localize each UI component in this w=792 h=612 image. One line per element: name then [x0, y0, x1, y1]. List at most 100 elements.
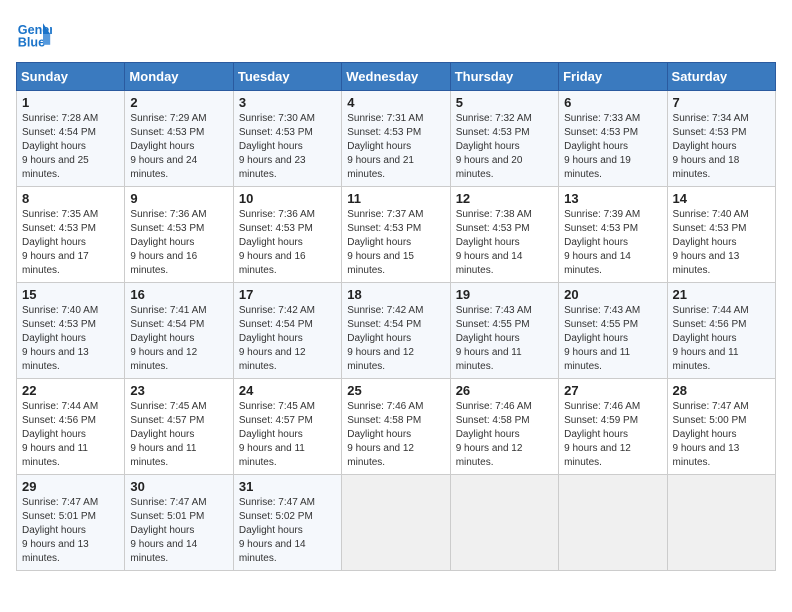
- day-info: Sunrise: 7:29 AM Sunset: 4:53 PM Dayligh…: [130, 112, 227, 182]
- calendar-cell: 31 Sunrise: 7:47 AM Sunset: 5:02 PM Dayl…: [233, 475, 341, 571]
- weekday-header-friday: Friday: [559, 63, 667, 91]
- calendar-cell: 1 Sunrise: 7:28 AM Sunset: 4:54 PM Dayli…: [17, 91, 125, 187]
- day-number: 14: [673, 191, 770, 206]
- calendar-cell: [559, 475, 667, 571]
- calendar-cell: 10 Sunrise: 7:36 AM Sunset: 4:53 PM Dayl…: [233, 187, 341, 283]
- day-info: Sunrise: 7:39 AM Sunset: 4:53 PM Dayligh…: [564, 208, 661, 278]
- weekday-header-sunday: Sunday: [17, 63, 125, 91]
- day-number: 11: [347, 191, 444, 206]
- day-info: Sunrise: 7:47 AM Sunset: 5:02 PM Dayligh…: [239, 496, 336, 566]
- logo-icon: General Blue: [16, 16, 52, 52]
- calendar-cell: 17 Sunrise: 7:42 AM Sunset: 4:54 PM Dayl…: [233, 283, 341, 379]
- day-number: 28: [673, 383, 770, 398]
- day-info: Sunrise: 7:46 AM Sunset: 4:58 PM Dayligh…: [347, 400, 444, 470]
- day-info: Sunrise: 7:28 AM Sunset: 4:54 PM Dayligh…: [22, 112, 119, 182]
- calendar-cell: 13 Sunrise: 7:39 AM Sunset: 4:53 PM Dayl…: [559, 187, 667, 283]
- day-info: Sunrise: 7:36 AM Sunset: 4:53 PM Dayligh…: [239, 208, 336, 278]
- day-info: Sunrise: 7:31 AM Sunset: 4:53 PM Dayligh…: [347, 112, 444, 182]
- calendar-cell: 5 Sunrise: 7:32 AM Sunset: 4:53 PM Dayli…: [450, 91, 558, 187]
- weekday-header-saturday: Saturday: [667, 63, 775, 91]
- calendar-cell: 28 Sunrise: 7:47 AM Sunset: 5:00 PM Dayl…: [667, 379, 775, 475]
- calendar-cell: 26 Sunrise: 7:46 AM Sunset: 4:58 PM Dayl…: [450, 379, 558, 475]
- day-info: Sunrise: 7:45 AM Sunset: 4:57 PM Dayligh…: [239, 400, 336, 470]
- day-info: Sunrise: 7:40 AM Sunset: 4:53 PM Dayligh…: [22, 304, 119, 374]
- day-info: Sunrise: 7:44 AM Sunset: 4:56 PM Dayligh…: [673, 304, 770, 374]
- calendar-cell: 6 Sunrise: 7:33 AM Sunset: 4:53 PM Dayli…: [559, 91, 667, 187]
- day-number: 16: [130, 287, 227, 302]
- day-number: 17: [239, 287, 336, 302]
- day-info: Sunrise: 7:40 AM Sunset: 4:53 PM Dayligh…: [673, 208, 770, 278]
- calendar-cell: 11 Sunrise: 7:37 AM Sunset: 4:53 PM Dayl…: [342, 187, 450, 283]
- day-info: Sunrise: 7:37 AM Sunset: 4:53 PM Dayligh…: [347, 208, 444, 278]
- day-number: 19: [456, 287, 553, 302]
- logo: General Blue: [16, 16, 58, 52]
- day-info: Sunrise: 7:47 AM Sunset: 5:01 PM Dayligh…: [130, 496, 227, 566]
- day-number: 10: [239, 191, 336, 206]
- calendar-cell: 25 Sunrise: 7:46 AM Sunset: 4:58 PM Dayl…: [342, 379, 450, 475]
- day-number: 13: [564, 191, 661, 206]
- day-number: 8: [22, 191, 119, 206]
- calendar-cell: 21 Sunrise: 7:44 AM Sunset: 4:56 PM Dayl…: [667, 283, 775, 379]
- calendar-cell: 4 Sunrise: 7:31 AM Sunset: 4:53 PM Dayli…: [342, 91, 450, 187]
- calendar-cell: 15 Sunrise: 7:40 AM Sunset: 4:53 PM Dayl…: [17, 283, 125, 379]
- day-number: 20: [564, 287, 661, 302]
- day-info: Sunrise: 7:42 AM Sunset: 4:54 PM Dayligh…: [239, 304, 336, 374]
- day-number: 29: [22, 479, 119, 494]
- calendar-week-1: 1 Sunrise: 7:28 AM Sunset: 4:54 PM Dayli…: [17, 91, 776, 187]
- calendar-cell: [667, 475, 775, 571]
- day-number: 22: [22, 383, 119, 398]
- day-number: 5: [456, 95, 553, 110]
- day-info: Sunrise: 7:43 AM Sunset: 4:55 PM Dayligh…: [456, 304, 553, 374]
- calendar-cell: [450, 475, 558, 571]
- day-number: 6: [564, 95, 661, 110]
- calendar-week-3: 15 Sunrise: 7:40 AM Sunset: 4:53 PM Dayl…: [17, 283, 776, 379]
- day-number: 27: [564, 383, 661, 398]
- calendar-cell: 30 Sunrise: 7:47 AM Sunset: 5:01 PM Dayl…: [125, 475, 233, 571]
- calendar-cell: [342, 475, 450, 571]
- day-info: Sunrise: 7:44 AM Sunset: 4:56 PM Dayligh…: [22, 400, 119, 470]
- day-number: 31: [239, 479, 336, 494]
- day-number: 9: [130, 191, 227, 206]
- day-number: 12: [456, 191, 553, 206]
- calendar-week-2: 8 Sunrise: 7:35 AM Sunset: 4:53 PM Dayli…: [17, 187, 776, 283]
- calendar-cell: 24 Sunrise: 7:45 AM Sunset: 4:57 PM Dayl…: [233, 379, 341, 475]
- calendar-cell: 16 Sunrise: 7:41 AM Sunset: 4:54 PM Dayl…: [125, 283, 233, 379]
- day-info: Sunrise: 7:41 AM Sunset: 4:54 PM Dayligh…: [130, 304, 227, 374]
- day-info: Sunrise: 7:30 AM Sunset: 4:53 PM Dayligh…: [239, 112, 336, 182]
- day-number: 4: [347, 95, 444, 110]
- day-info: Sunrise: 7:45 AM Sunset: 4:57 PM Dayligh…: [130, 400, 227, 470]
- day-number: 21: [673, 287, 770, 302]
- calendar-cell: 18 Sunrise: 7:42 AM Sunset: 4:54 PM Dayl…: [342, 283, 450, 379]
- weekday-header-tuesday: Tuesday: [233, 63, 341, 91]
- day-number: 23: [130, 383, 227, 398]
- day-number: 3: [239, 95, 336, 110]
- calendar-cell: 27 Sunrise: 7:46 AM Sunset: 4:59 PM Dayl…: [559, 379, 667, 475]
- calendar-cell: 2 Sunrise: 7:29 AM Sunset: 4:53 PM Dayli…: [125, 91, 233, 187]
- day-number: 24: [239, 383, 336, 398]
- calendar-cell: 23 Sunrise: 7:45 AM Sunset: 4:57 PM Dayl…: [125, 379, 233, 475]
- calendar-week-4: 22 Sunrise: 7:44 AM Sunset: 4:56 PM Dayl…: [17, 379, 776, 475]
- day-info: Sunrise: 7:46 AM Sunset: 4:59 PM Dayligh…: [564, 400, 661, 470]
- weekday-header-monday: Monday: [125, 63, 233, 91]
- calendar-cell: 29 Sunrise: 7:47 AM Sunset: 5:01 PM Dayl…: [17, 475, 125, 571]
- day-info: Sunrise: 7:38 AM Sunset: 4:53 PM Dayligh…: [456, 208, 553, 278]
- day-info: Sunrise: 7:35 AM Sunset: 4:53 PM Dayligh…: [22, 208, 119, 278]
- calendar-cell: 19 Sunrise: 7:43 AM Sunset: 4:55 PM Dayl…: [450, 283, 558, 379]
- calendar-cell: 3 Sunrise: 7:30 AM Sunset: 4:53 PM Dayli…: [233, 91, 341, 187]
- day-number: 7: [673, 95, 770, 110]
- calendar-week-5: 29 Sunrise: 7:47 AM Sunset: 5:01 PM Dayl…: [17, 475, 776, 571]
- day-number: 15: [22, 287, 119, 302]
- calendar-cell: 7 Sunrise: 7:34 AM Sunset: 4:53 PM Dayli…: [667, 91, 775, 187]
- day-info: Sunrise: 7:47 AM Sunset: 5:01 PM Dayligh…: [22, 496, 119, 566]
- day-info: Sunrise: 7:33 AM Sunset: 4:53 PM Dayligh…: [564, 112, 661, 182]
- day-info: Sunrise: 7:47 AM Sunset: 5:00 PM Dayligh…: [673, 400, 770, 470]
- day-number: 30: [130, 479, 227, 494]
- day-number: 18: [347, 287, 444, 302]
- svg-text:Blue: Blue: [18, 36, 45, 50]
- day-info: Sunrise: 7:42 AM Sunset: 4:54 PM Dayligh…: [347, 304, 444, 374]
- day-info: Sunrise: 7:34 AM Sunset: 4:53 PM Dayligh…: [673, 112, 770, 182]
- weekday-header-wednesday: Wednesday: [342, 63, 450, 91]
- calendar-cell: 9 Sunrise: 7:36 AM Sunset: 4:53 PM Dayli…: [125, 187, 233, 283]
- calendar-cell: 20 Sunrise: 7:43 AM Sunset: 4:55 PM Dayl…: [559, 283, 667, 379]
- day-number: 26: [456, 383, 553, 398]
